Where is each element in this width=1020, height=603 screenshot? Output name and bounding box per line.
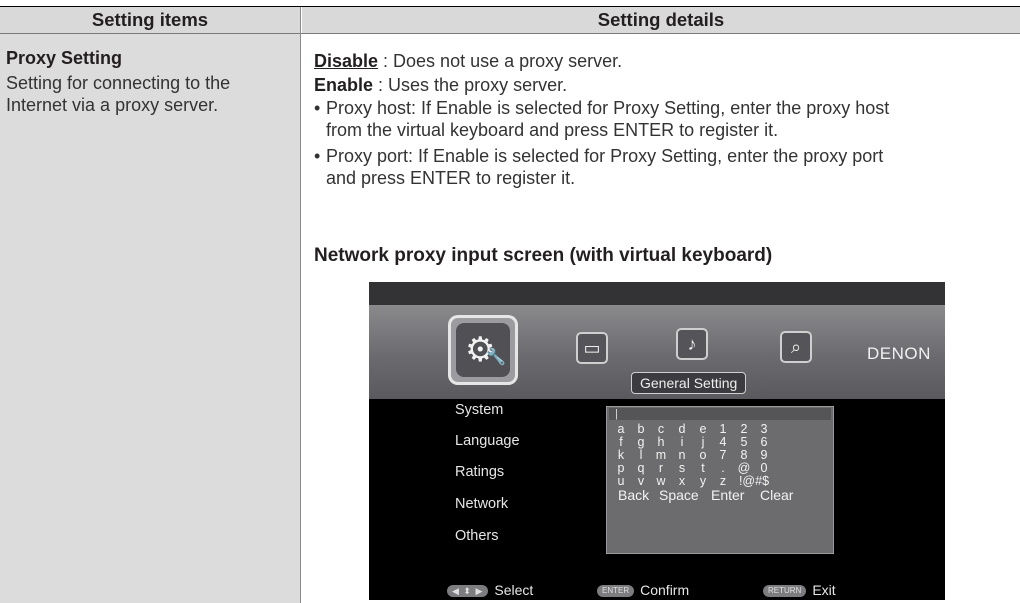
header-setting-items: Setting items	[0, 7, 300, 33]
music-glyph: ♪	[687, 334, 697, 354]
key[interactable]: s	[673, 461, 691, 475]
proxy-input-field[interactable]: |	[609, 408, 831, 420]
book-icon[interactable]: ⌕	[780, 331, 812, 363]
menu-item-ratings[interactable]: Ratings	[455, 464, 504, 480]
key[interactable]: 5	[735, 435, 753, 449]
screen-top-bar	[369, 282, 945, 305]
key[interactable]: h	[652, 435, 670, 449]
key[interactable]: m	[652, 448, 670, 462]
general-setting-icon[interactable]: ⚙ 🔧	[448, 315, 518, 385]
key[interactable]: p	[612, 461, 630, 475]
key[interactable]: @	[735, 461, 753, 475]
bullet-line: from the virtual keyboard and press ENTE…	[326, 120, 779, 140]
key[interactable]: k	[612, 448, 630, 462]
setting-item-title: Proxy Setting	[6, 48, 123, 68]
menu-item-language[interactable]: Language	[455, 433, 520, 449]
bullet-proxy-port: • Proxy port: If Enable is selected for …	[314, 145, 1004, 191]
music-icon[interactable]: ♪	[676, 328, 708, 360]
key[interactable]: 2	[735, 422, 753, 436]
wrench-icon: 🔧	[486, 349, 506, 366]
key[interactable]: l	[632, 448, 650, 462]
key[interactable]: o	[694, 448, 712, 462]
setting-item-description: Setting for connecting to the Internet v…	[6, 72, 300, 116]
key[interactable]: z	[714, 474, 732, 488]
virtual-keyboard: | a b c d e 1 2 3 f g h i j 4 5 6 k l m …	[606, 406, 834, 554]
key[interactable]: c	[652, 422, 670, 436]
bullet-line: Proxy host: If Enable is selected for Pr…	[326, 98, 890, 118]
bullet-proxy-host: • Proxy host: If Enable is selected for …	[314, 97, 1004, 143]
footer-select-label: Select	[494, 582, 534, 598]
key[interactable]: !@#$	[734, 474, 774, 488]
enable-term: Enable	[314, 75, 374, 95]
bullet-text: Proxy port: If Enable is selected for Pr…	[326, 145, 1006, 189]
bullet-dot: •	[314, 146, 321, 166]
key[interactable]: u	[612, 474, 630, 488]
menu-item-others[interactable]: Others	[455, 528, 499, 544]
disable-term: Disable	[314, 51, 379, 71]
setting-item-cell: Proxy Setting Setting for connecting to …	[0, 34, 300, 603]
key-space[interactable]: Space	[659, 488, 699, 502]
footer-confirm: ENTER Confirm	[597, 582, 689, 598]
key[interactable]: 9	[755, 448, 773, 462]
screen-caption: Network proxy input screen (with virtual…	[314, 245, 773, 266]
tv-icon[interactable]: ▭	[576, 332, 608, 364]
key[interactable]: 1	[714, 422, 732, 436]
key[interactable]: 8	[735, 448, 753, 462]
key[interactable]: q	[632, 461, 650, 475]
key[interactable]: 6	[755, 435, 773, 449]
key[interactable]: v	[632, 474, 650, 488]
key[interactable]: g	[632, 435, 650, 449]
key-clear[interactable]: Clear	[760, 488, 793, 502]
key[interactable]: d	[673, 422, 691, 436]
description-line: Setting for connecting to the	[6, 73, 231, 93]
selected-category-label: General Setting	[631, 372, 747, 394]
tv-glyph: ▭	[583, 338, 601, 358]
disable-text: : Does not use a proxy server.	[378, 51, 623, 71]
disable-option: Disable : Does not use a proxy server.	[314, 50, 622, 72]
key[interactable]: b	[632, 422, 650, 436]
key[interactable]: 0	[755, 461, 773, 475]
bullet-line: Proxy port: If Enable is selected for Pr…	[326, 146, 884, 166]
key[interactable]: 4	[714, 435, 732, 449]
key[interactable]: .	[714, 461, 732, 475]
enable-text: : Uses the proxy server.	[373, 75, 568, 95]
key[interactable]: f	[612, 435, 630, 449]
key[interactable]: i	[673, 435, 691, 449]
book-glyph: ⌕	[790, 337, 802, 357]
bullet-line: and press ENTER to register it.	[326, 168, 576, 188]
key[interactable]: a	[612, 422, 630, 436]
brand-logo: DENON	[867, 344, 931, 363]
key-back[interactable]: Back	[618, 488, 649, 502]
key[interactable]: w	[652, 474, 670, 488]
key[interactable]: j	[694, 435, 712, 449]
key[interactable]: x	[673, 474, 691, 488]
header-setting-details: Setting details	[302, 7, 1020, 33]
enable-option: Enable : Uses the proxy server.	[314, 74, 567, 96]
key[interactable]: e	[694, 422, 712, 436]
key[interactable]: 3	[755, 422, 773, 436]
network-proxy-screen: ⚙ 🔧 ▭ ♪ ⌕ DENON General Setting System L…	[369, 282, 945, 600]
bullet-dot: •	[314, 98, 321, 118]
footer-exit-label: Exit	[812, 582, 836, 598]
column-separator	[300, 7, 301, 603]
key[interactable]: y	[694, 474, 712, 488]
input-caret: |	[615, 408, 618, 420]
icon-tile: ⚙ 🔧	[456, 323, 510, 377]
key[interactable]: 7	[714, 448, 732, 462]
key[interactable]: n	[673, 448, 691, 462]
key[interactable]: r	[652, 461, 670, 475]
menu-item-system[interactable]: System	[455, 402, 503, 418]
key-enter[interactable]: Enter	[711, 488, 744, 502]
enter-button-icon: ENTER	[597, 585, 635, 598]
arrow-keys-icon: ◀ ⬍ ▶	[447, 585, 489, 598]
footer-confirm-label: Confirm	[640, 582, 690, 598]
description-line: Internet via a proxy server.	[6, 95, 219, 115]
bullet-text: Proxy host: If Enable is selected for Pr…	[326, 97, 1006, 141]
return-button-icon: RETURN	[763, 585, 807, 598]
key[interactable]: t	[694, 461, 712, 475]
footer-exit: RETURN Exit	[763, 582, 836, 598]
footer-select: ◀ ⬍ ▶ Select	[447, 582, 533, 598]
menu-item-network[interactable]: Network	[455, 496, 508, 512]
